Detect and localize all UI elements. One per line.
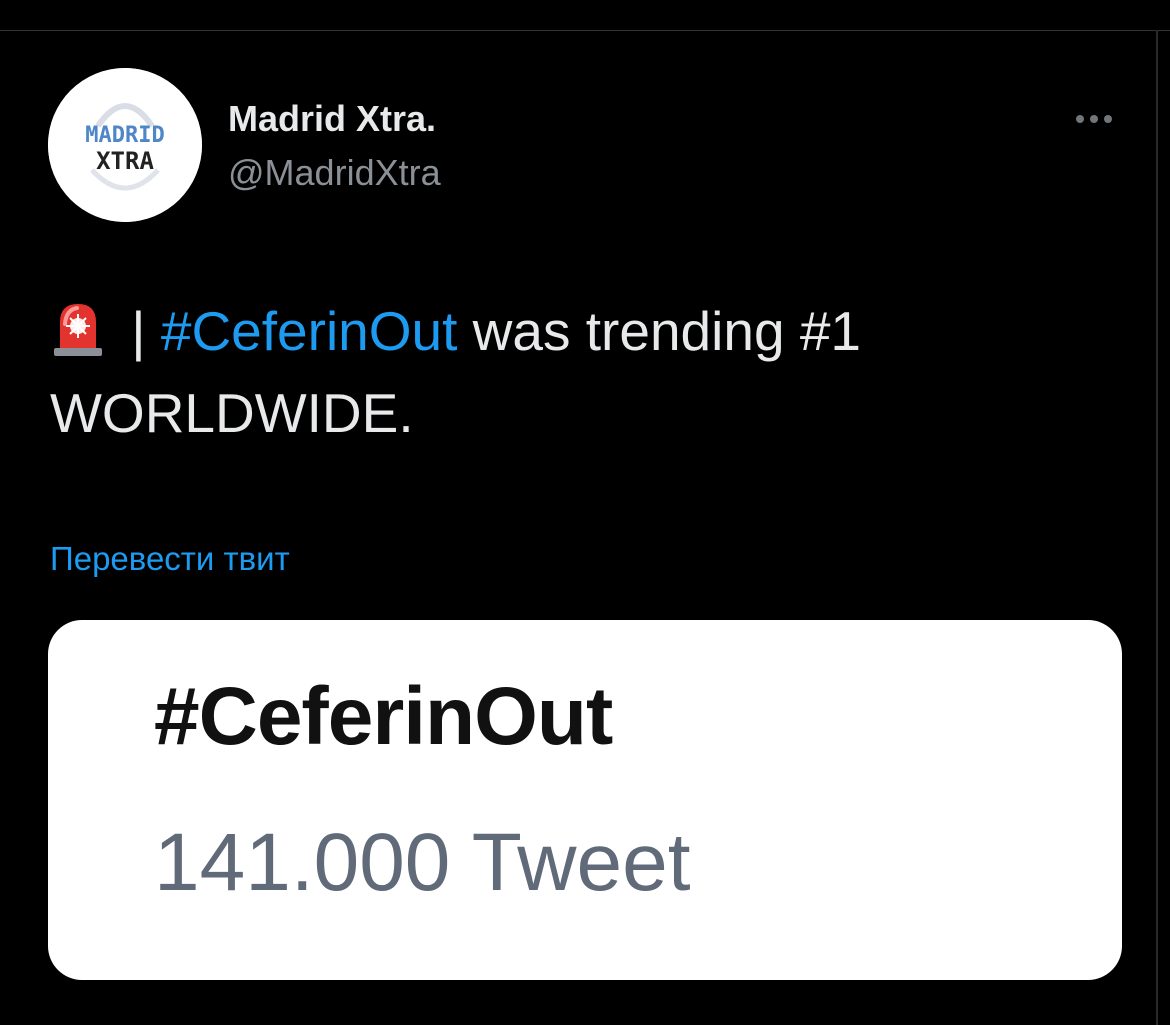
- translate-tweet-link[interactable]: Перевести твит: [50, 540, 290, 578]
- top-divider: [0, 30, 1170, 31]
- media-hashtag-text: #CeferinOut: [154, 671, 613, 762]
- avatar-text-bottom: XTRA: [96, 147, 154, 175]
- scroll-edge: [1156, 30, 1158, 1025]
- tweet-text: | #CeferinOut was trending #1 WORLDWIDE.: [50, 290, 1130, 454]
- police-siren-icon: [54, 304, 102, 356]
- tweet-separator: |: [116, 300, 161, 362]
- media-tweet-count: 141.000 Tweet: [154, 817, 691, 908]
- author-handle[interactable]: @MadridXtra: [228, 152, 441, 194]
- madrid-xtra-logo-icon: MADRID XTRA: [48, 68, 202, 222]
- more-horizontal-icon: [1076, 115, 1084, 123]
- avatar-text-top: MADRID: [85, 123, 164, 148]
- more-options-button[interactable]: [1068, 104, 1120, 134]
- hashtag-link[interactable]: #CeferinOut: [161, 300, 458, 362]
- avatar[interactable]: MADRID XTRA: [48, 68, 202, 222]
- tweet-media-image[interactable]: #CeferinOut 141.000 Tweet: [48, 620, 1122, 980]
- author-display-name[interactable]: Madrid Xtra.: [228, 98, 436, 140]
